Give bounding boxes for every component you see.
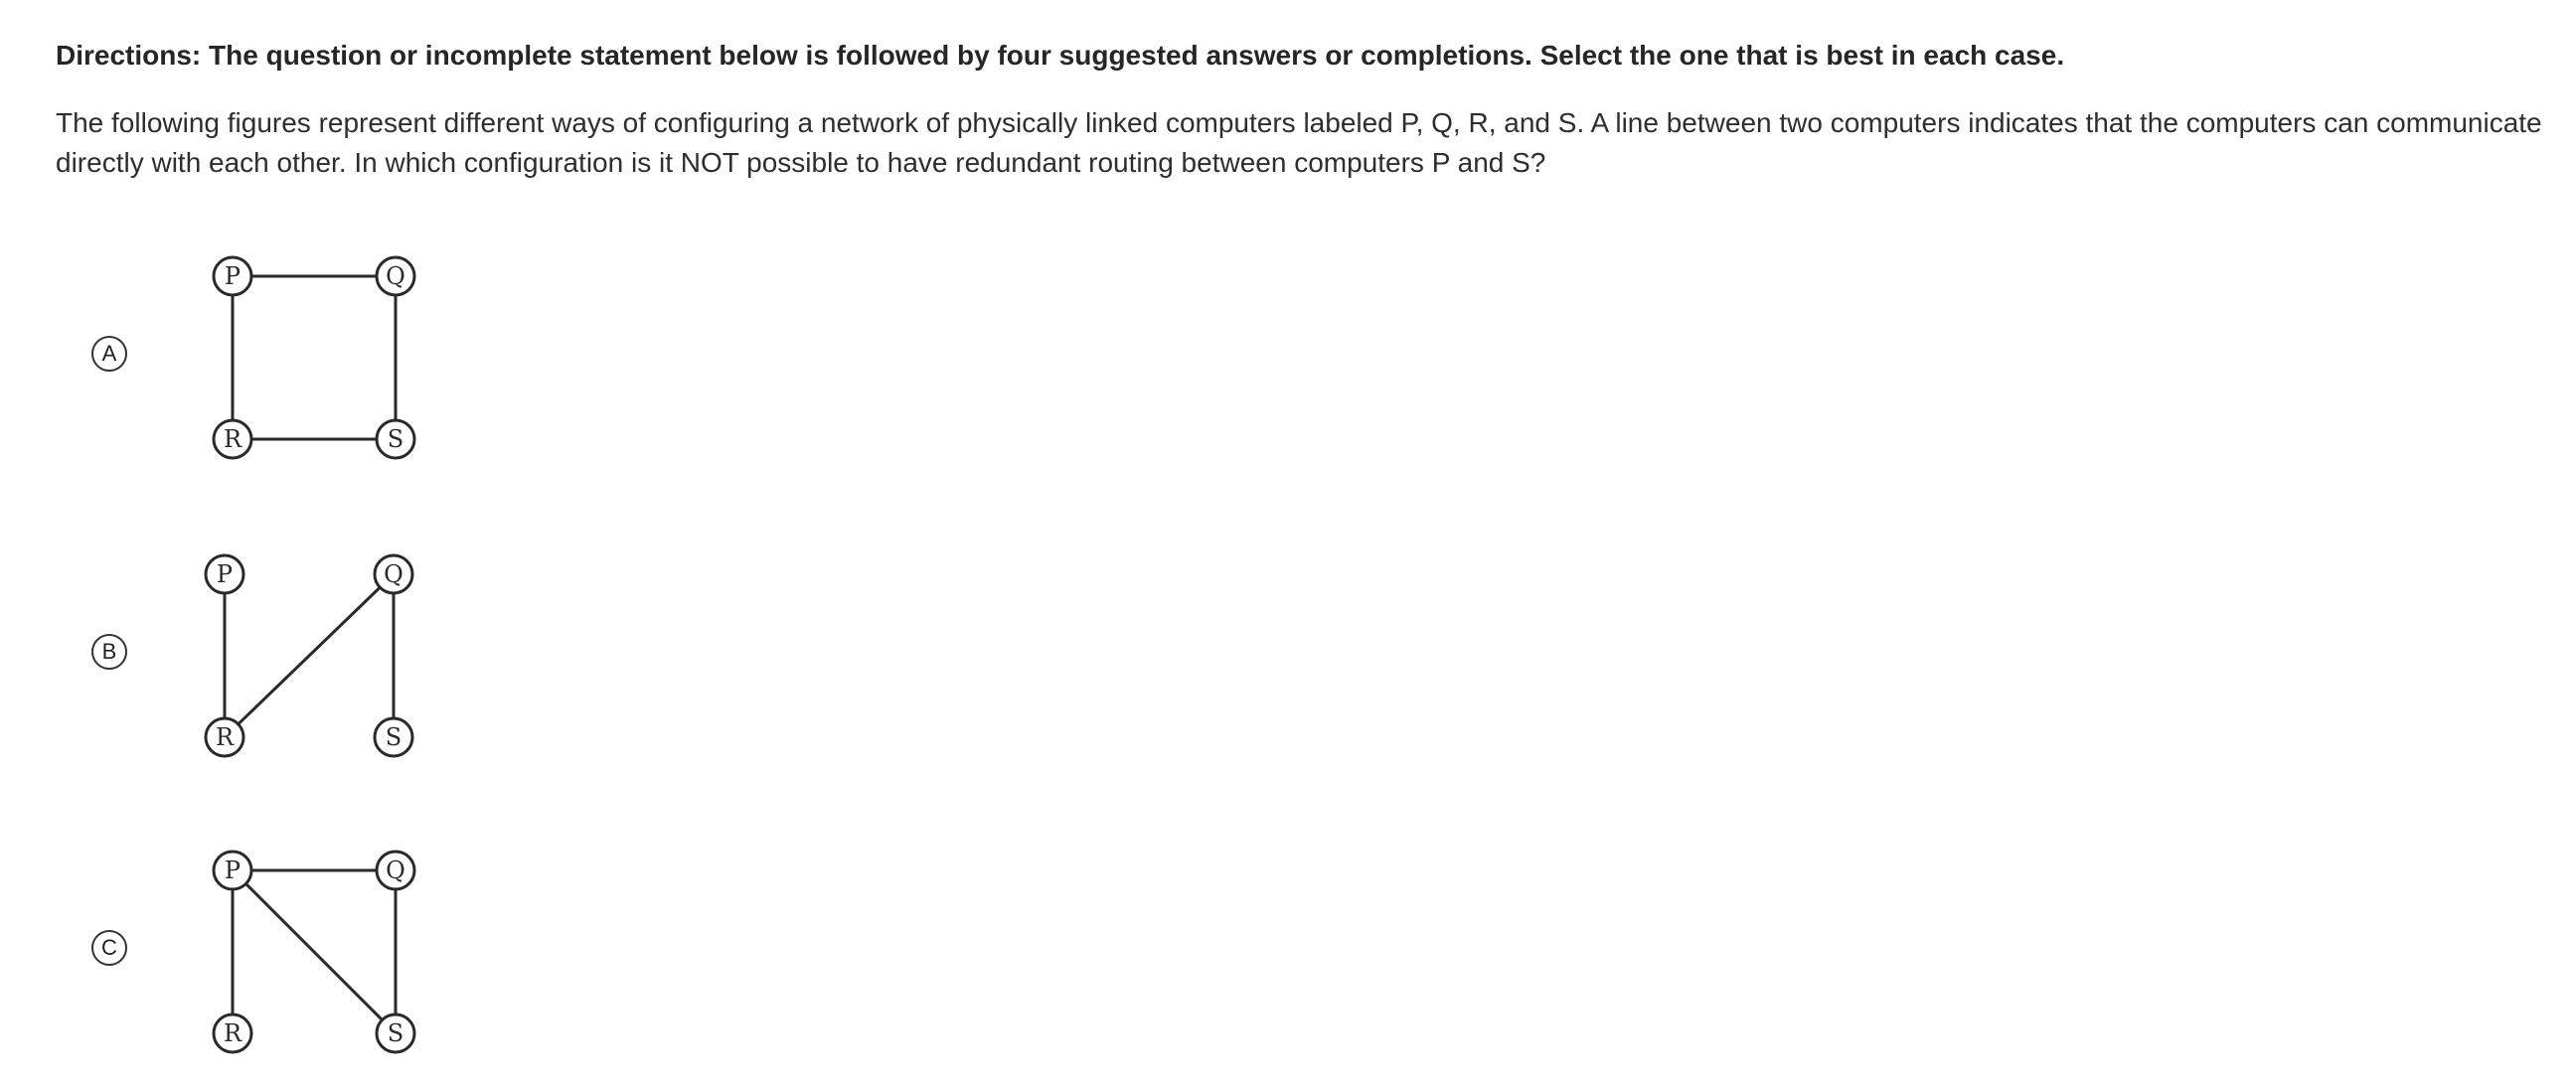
node-label-s: S [388, 1019, 403, 1047]
node-label-s: S [386, 723, 402, 751]
node-label-q: Q [384, 560, 403, 588]
directions-text: Directions: The question or incomplete s… [56, 40, 2065, 71]
network-figure-a: P Q R S [212, 255, 416, 460]
edge-r-q [223, 572, 396, 739]
radio-button-c[interactable]: C [91, 930, 127, 966]
radio-button-b[interactable]: B [91, 634, 127, 670]
network-figure-b: P Q R S [204, 553, 414, 758]
node-label-q: Q [386, 262, 405, 290]
choice-letter-b: B [101, 639, 117, 664]
node-label-p: P [225, 856, 241, 884]
choice-letter-a: A [101, 341, 117, 366]
node-label-r: R [216, 723, 235, 751]
network-figure-c: P Q R S [212, 850, 416, 1054]
question-stem: The following figures represent differen… [56, 107, 2542, 178]
node-label-r: R [224, 425, 242, 453]
node-label-s: S [388, 425, 403, 453]
choice-letter-c: C [101, 935, 117, 960]
answer-choice-b[interactable]: B P Q R S [0, 537, 596, 775]
node-label-p: P [217, 560, 233, 588]
node-label-q: Q [386, 856, 405, 884]
answer-choice-a[interactable]: A P Q R S [0, 238, 596, 477]
answer-choice-c[interactable]: C P Q R S [0, 833, 596, 1071]
node-label-p: P [225, 262, 241, 290]
edge-p-s [231, 868, 398, 1035]
radio-button-a[interactable]: A [91, 336, 127, 372]
node-label-r: R [224, 1019, 242, 1047]
